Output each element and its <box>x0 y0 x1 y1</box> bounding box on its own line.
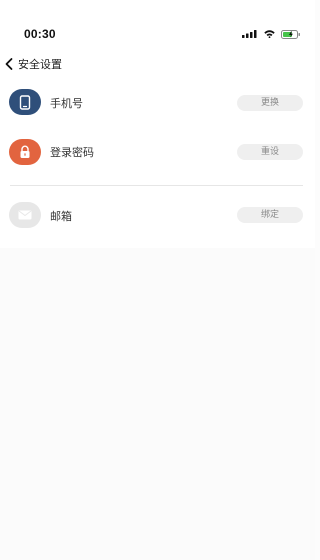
signal-icon <box>242 30 257 38</box>
status-bar: 00:30 <box>0 0 315 48</box>
mail-icon <box>9 202 41 228</box>
reset-password-button[interactable]: 重设 <box>237 144 303 160</box>
status-icons <box>242 29 301 39</box>
divider <box>10 185 303 186</box>
list-item-email[interactable]: 邮箱 绑定 <box>0 202 315 248</box>
nav-bar: 安全设置 <box>0 48 315 80</box>
settings-list: 手机号 更换 登录密码 重设 邮箱 绑定 <box>0 80 315 248</box>
empty-content-area <box>0 248 315 560</box>
list-item-password[interactable]: 登录密码 重设 <box>0 124 315 186</box>
change-phone-button[interactable]: 更换 <box>237 95 303 111</box>
phone-icon <box>9 89 41 115</box>
password-label: 登录密码 <box>50 146 94 159</box>
phone-label: 手机号 <box>50 97 83 110</box>
list-item-phone[interactable]: 手机号 更换 <box>0 80 315 124</box>
lock-icon <box>9 139 41 165</box>
status-time: 00:30 <box>24 27 56 41</box>
chevron-left-icon <box>5 58 13 70</box>
back-button[interactable]: 安全设置 <box>3 54 62 74</box>
bind-email-button[interactable]: 绑定 <box>237 207 303 223</box>
email-label: 邮箱 <box>50 210 72 223</box>
battery-icon <box>281 29 300 39</box>
page-title: 安全设置 <box>18 58 62 71</box>
screen: 00:30 安全设置 手机号 更换 登录密码 重设 邮箱 绑定 <box>0 0 315 560</box>
wifi-icon <box>264 30 275 38</box>
